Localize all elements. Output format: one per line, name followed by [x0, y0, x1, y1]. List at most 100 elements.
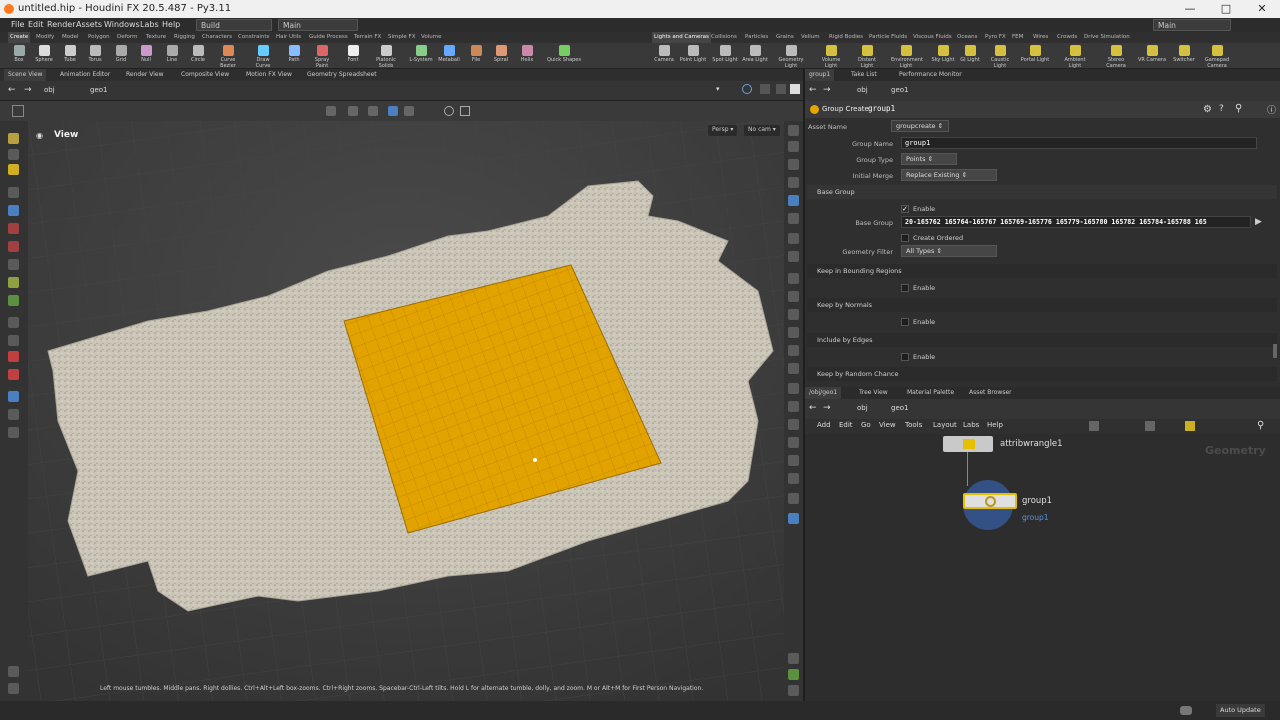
- gear-icon[interactable]: ⚙: [1203, 104, 1212, 115]
- net-tool-icon[interactable]: [1089, 421, 1099, 431]
- tool-metaball[interactable]: Metaball: [436, 45, 462, 64]
- asset-name-menu[interactable]: groupcreate ⇕: [891, 120, 949, 132]
- camera-icon[interactable]: [444, 106, 454, 116]
- param-back-icon[interactable]: ←: [809, 85, 817, 95]
- net-search-icon[interactable]: ⚲: [1257, 420, 1264, 431]
- tool-b-icon[interactable]: [788, 327, 799, 338]
- select-icon[interactable]: [326, 106, 336, 116]
- tool-vr-camera[interactable]: VR Camera: [1137, 45, 1167, 64]
- info-icon[interactable]: [788, 653, 799, 664]
- shelf-tab-drive-simulation[interactable]: Drive Simulation: [1084, 34, 1130, 40]
- select-mode-icon[interactable]: [8, 149, 19, 160]
- maximize-pane-icon[interactable]: [790, 84, 800, 94]
- point-numbers-icon[interactable]: [788, 291, 799, 302]
- minimize-icon[interactable]: —: [1180, 2, 1200, 15]
- help-icon[interactable]: ?: [1219, 104, 1224, 114]
- tab-performance-monitor[interactable]: Performance Monitor: [895, 69, 966, 81]
- menu-help[interactable]: Help: [162, 20, 180, 29]
- normals-enable-checkbox[interactable]: [901, 318, 909, 326]
- node-name-field[interactable]: group1: [868, 104, 895, 113]
- tool-platonic-solids[interactable]: Platonic Solids: [373, 45, 399, 69]
- link-icon[interactable]: [776, 84, 786, 94]
- base-enable-checkbox[interactable]: ✓: [901, 205, 909, 213]
- menu-assets[interactable]: Assets: [76, 20, 102, 29]
- lock-cam-icon[interactable]: [788, 159, 799, 170]
- grid-toggle-icon[interactable]: [788, 669, 799, 680]
- attribwrangle-node[interactable]: [943, 436, 993, 452]
- shelf-tab-vellum[interactable]: Vellum: [801, 34, 820, 40]
- panel-tab-motion-fx-view[interactable]: Motion FX View: [242, 69, 296, 81]
- tool-camera[interactable]: Camera: [649, 45, 679, 64]
- net-menu-labs[interactable]: Labs: [963, 421, 979, 429]
- tool-k-icon[interactable]: [788, 493, 799, 504]
- param-path-obj[interactable]: obj: [857, 86, 868, 94]
- net-back-icon[interactable]: ←: [809, 403, 817, 413]
- param-scrollbar[interactable]: [1273, 344, 1277, 358]
- shelf-tab-deform[interactable]: Deform: [117, 34, 137, 40]
- tab-tree-view[interactable]: Tree View: [855, 387, 892, 399]
- tool-box[interactable]: Box: [6, 45, 32, 64]
- tool-a-icon[interactable]: [788, 309, 799, 320]
- shelf-tab-lights-and-cameras[interactable]: Lights and Cameras: [652, 32, 711, 43]
- tool-point-light[interactable]: Point Light: [678, 45, 708, 64]
- light-tool-icon[interactable]: [8, 409, 19, 420]
- pin-icon[interactable]: [742, 84, 752, 94]
- net-menu-view[interactable]: View: [879, 421, 896, 429]
- menu-file[interactable]: File: [11, 20, 24, 29]
- net-menu-go[interactable]: Go: [861, 421, 871, 429]
- view-eye-icon[interactable]: ◉: [36, 131, 43, 140]
- rotate-icon[interactable]: [368, 106, 378, 116]
- path-obj[interactable]: obj: [44, 86, 55, 94]
- shelf-tab-viscous-fluids[interactable]: Viscous Fluids: [913, 34, 952, 40]
- wireframe-icon[interactable]: [788, 141, 799, 152]
- net-menu-edit[interactable]: Edit: [839, 421, 853, 429]
- net-menu-add[interactable]: Add: [817, 421, 831, 429]
- tool-geometry-light[interactable]: Geometry Light: [776, 45, 806, 69]
- panel-tab-composite-view[interactable]: Composite View: [177, 69, 233, 81]
- shelf-tab-pyro-fx[interactable]: Pyro FX: [985, 34, 1006, 40]
- close-view-icon[interactable]: [788, 685, 799, 696]
- tool-ambient-light[interactable]: Ambient Light: [1060, 45, 1090, 69]
- tool-j-icon[interactable]: [788, 473, 799, 484]
- search-icon[interactable]: ⚲: [1235, 103, 1242, 114]
- paint-icon[interactable]: [8, 295, 19, 306]
- points-select-icon[interactable]: [388, 106, 398, 116]
- net-menu-help[interactable]: Help: [987, 421, 1003, 429]
- tool-l-icon[interactable]: [788, 513, 799, 524]
- shelf-tab-fem[interactable]: FEM: [1012, 34, 1023, 40]
- path-geo1[interactable]: geo1: [90, 86, 108, 94]
- shelf-tab-rigid-bodies[interactable]: Rigid Bodies: [829, 34, 863, 40]
- tool-e-icon[interactable]: [788, 383, 799, 394]
- tool-file[interactable]: File: [463, 45, 489, 64]
- net-path-obj[interactable]: obj: [857, 404, 868, 412]
- tool-stereo-camera[interactable]: Stereo Camera: [1101, 45, 1131, 69]
- tool-draw-curve[interactable]: Draw Curve: [250, 45, 276, 69]
- snapshot-icon[interactable]: [460, 106, 470, 116]
- tab-group1[interactable]: group1: [805, 69, 835, 81]
- grid-menu-icon[interactable]: [12, 105, 24, 117]
- tool-sky-light[interactable]: Sky Light: [928, 45, 958, 64]
- snap-icon[interactable]: [8, 277, 19, 288]
- display-icon[interactable]: [8, 683, 19, 694]
- shelf-tab-polygon[interactable]: Polygon: [88, 34, 110, 40]
- ortho-icon[interactable]: [8, 335, 19, 346]
- view-mode-icon[interactable]: [8, 164, 19, 175]
- tab-take-list[interactable]: Take List: [847, 69, 881, 81]
- lock-tool-icon[interactable]: [8, 205, 19, 216]
- menu-edit[interactable]: Edit: [28, 20, 44, 29]
- visibility-icon[interactable]: [788, 213, 799, 224]
- desktop-dropdown[interactable]: Build: [196, 19, 272, 31]
- main-dropdown[interactable]: Main: [278, 19, 358, 31]
- tool-curve-bezier[interactable]: Curve Bezier: [215, 45, 241, 69]
- net-forward-icon[interactable]: →: [823, 403, 831, 413]
- panel-tab-scene-view[interactable]: Scene View: [4, 69, 47, 81]
- shelf-tab-texture[interactable]: Texture: [146, 34, 166, 40]
- tool-path[interactable]: Path: [281, 45, 307, 64]
- edges-select-icon[interactable]: [404, 106, 414, 116]
- shelf-tab-modify[interactable]: Modify: [36, 34, 54, 40]
- tool-torus[interactable]: Torus: [82, 45, 108, 64]
- tab-material-palette[interactable]: Material Palette: [903, 387, 958, 399]
- tool-d-icon[interactable]: [788, 363, 799, 374]
- shelf-tab-characters[interactable]: Characters: [202, 34, 232, 40]
- right-desktop-dropdown[interactable]: Main: [1153, 19, 1231, 31]
